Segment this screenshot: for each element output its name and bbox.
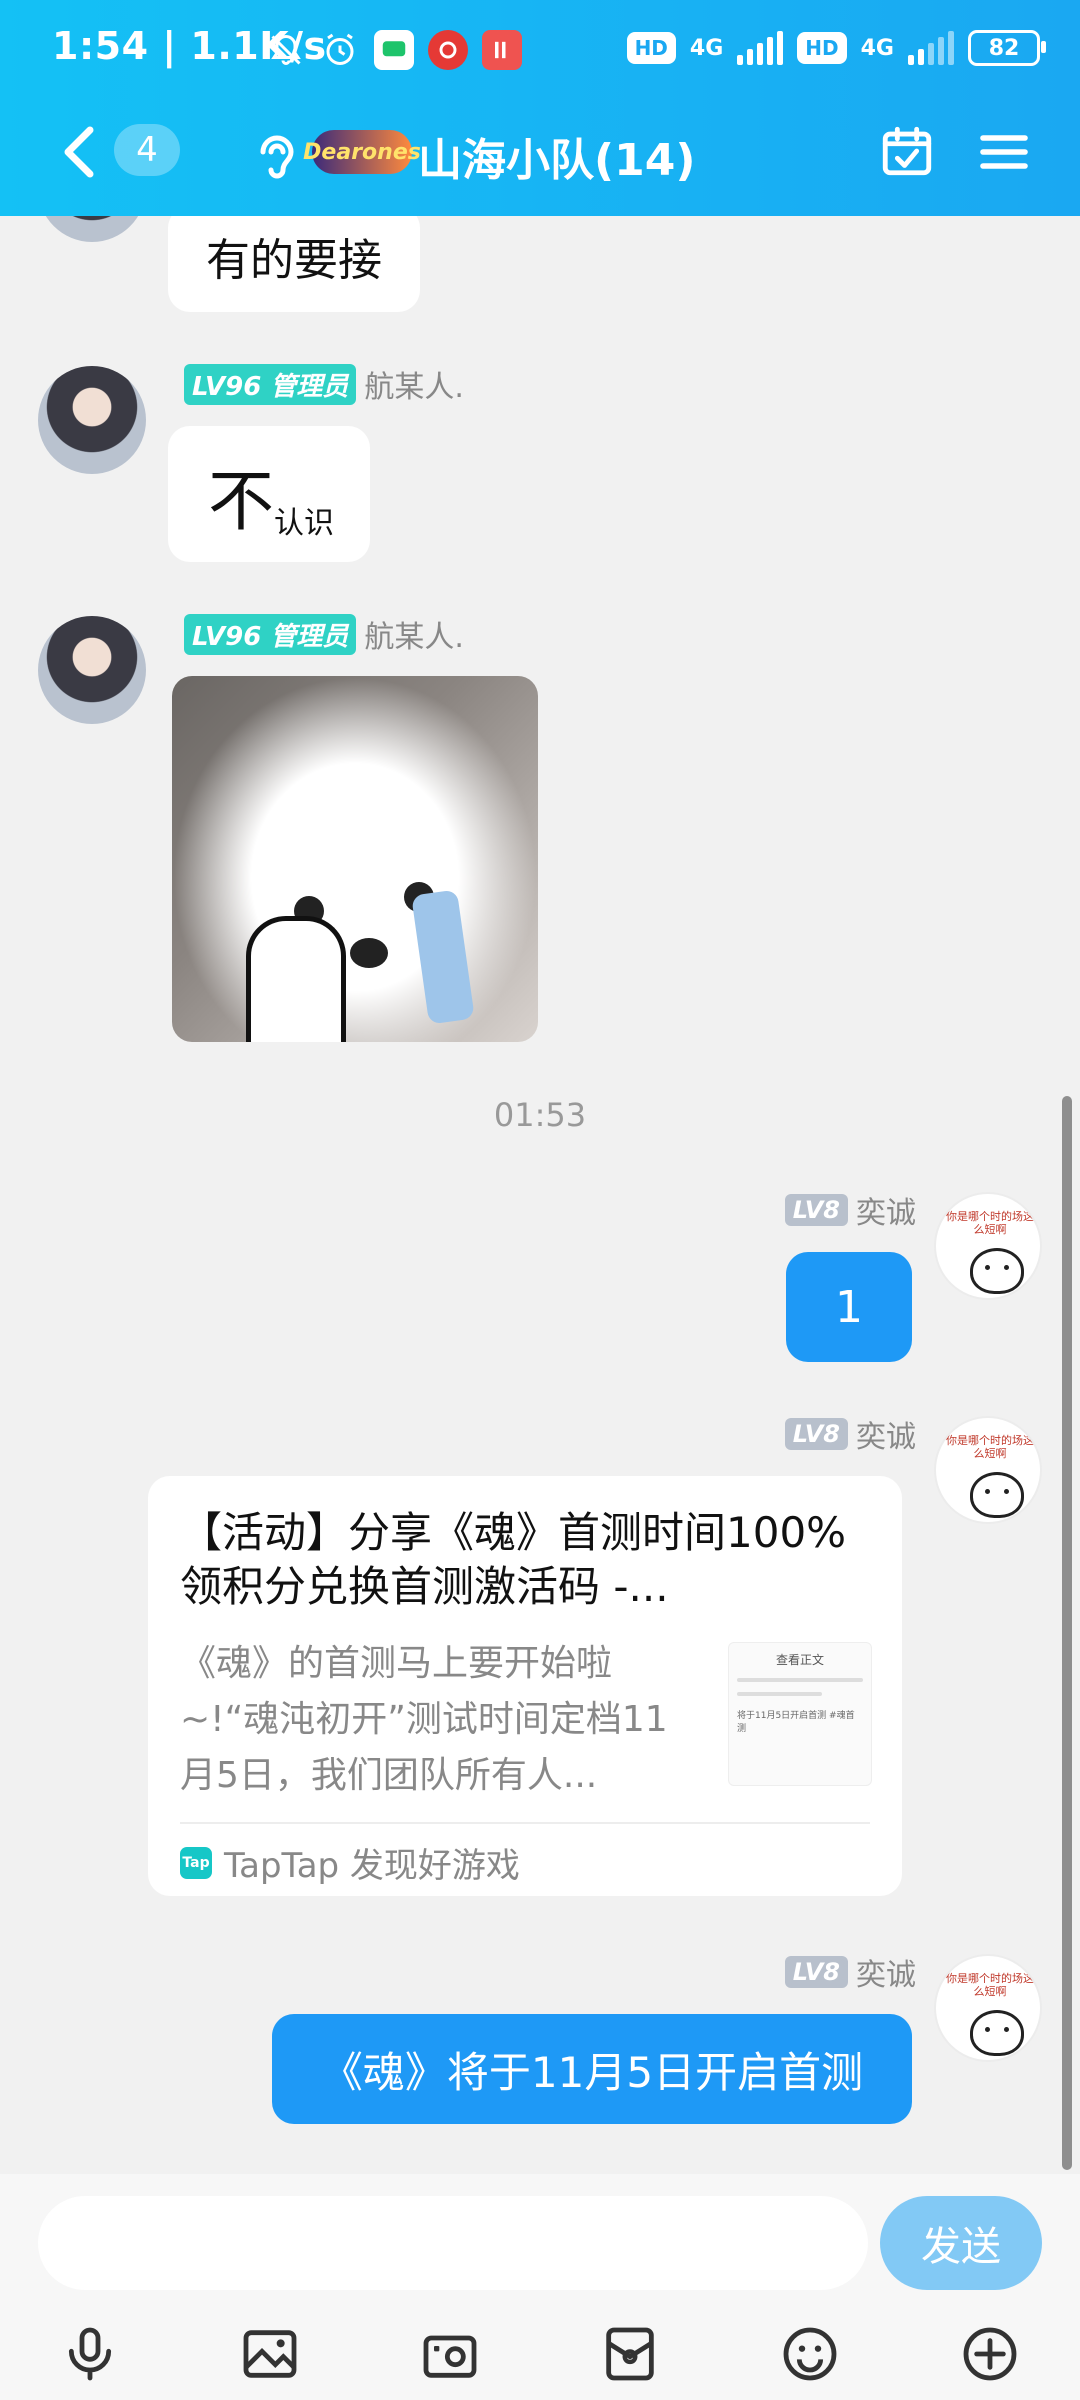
calendar-check-icon[interactable]	[878, 122, 936, 180]
card-divider	[180, 1822, 870, 1824]
chat-message-list[interactable]: 有的要接 LV96 管理员 航某人. 不 认识 LV96 管理员 航某人. 01…	[0, 216, 1080, 2174]
admin-level-badge: LV96 管理员	[184, 613, 357, 655]
sticker-tear	[411, 889, 475, 1025]
message-text: 有的要接	[206, 235, 382, 286]
sender-name: 奕诚	[856, 1958, 916, 1993]
unread-count-badge[interactable]: 4	[114, 124, 180, 176]
taptap-logo-icon: Tap	[180, 1846, 212, 1879]
level-badge: LV8	[784, 1418, 848, 1450]
menu-icon[interactable]	[976, 124, 1032, 180]
avatar[interactable]	[38, 616, 146, 724]
alarm-icon	[320, 30, 360, 70]
microphone-icon[interactable]	[58, 2322, 122, 2386]
admin-level-badge: LV96 管理员	[184, 363, 357, 405]
sticker-paw	[246, 916, 346, 1042]
bear-icon	[970, 2010, 1024, 2056]
avatar[interactable]	[38, 366, 146, 474]
input-area: 发送	[0, 2174, 1080, 2400]
avatar-caption: 你是哪个时的场这么短啊	[946, 1210, 1034, 1236]
avatar-caption: 你是哪个时的场这么短啊	[946, 1434, 1034, 1460]
card-thumbnail: 查看正文 将于11月5日开启首测 #魂首测	[728, 1642, 872, 1786]
hd-badge: HD	[797, 32, 847, 64]
message-input[interactable]	[38, 2196, 868, 2290]
listen-app-icon	[482, 30, 522, 70]
status-bar: 1:54 | 1.1K/s HD 4G HD 4G 82	[0, 0, 1080, 100]
ear-icon[interactable]	[250, 128, 300, 184]
avatar[interactable]: 你是哪个时的场这么短啊	[934, 1416, 1042, 1524]
chat-title[interactable]: 山海小队(14)	[418, 124, 695, 188]
avatar[interactable]	[38, 216, 146, 242]
signal-icon	[737, 31, 784, 65]
status-icons	[266, 30, 522, 70]
netease-music-icon	[428, 30, 468, 70]
status-right: HD 4G HD 4G 82	[626, 30, 1046, 66]
chat-scrollbar[interactable]	[1062, 1096, 1072, 2170]
thumbnail-line	[737, 1692, 823, 1696]
timestamp-divider: 01:53	[493, 1096, 587, 1134]
network-type: 4G	[689, 35, 724, 61]
sender-meta: LV96 管理员 航某人.	[184, 612, 464, 656]
card-source-text: TapTap 发现好游戏	[224, 1846, 520, 1886]
bear-icon	[970, 1248, 1024, 1294]
sender-meta: LV8 奕诚	[784, 1412, 916, 1456]
bear-icon	[970, 1472, 1024, 1518]
avatar-caption: 你是哪个时的场这么短啊	[946, 1972, 1034, 1998]
message-bubble-self[interactable]: 1	[786, 1252, 912, 1362]
send-button[interactable]: 发送	[880, 2196, 1042, 2290]
image-icon[interactable]	[238, 2322, 302, 2386]
app-header: 1:54 | 1.1K/s HD 4G HD 4G 82 4 Dearones …	[0, 0, 1080, 216]
sender-meta: LV96 管理员 航某人.	[184, 362, 464, 406]
bell-off-icon	[266, 30, 306, 70]
group-badge-logo: Dearones	[303, 130, 421, 174]
sender-name: 航某人.	[364, 620, 464, 655]
sender-name: 奕诚	[856, 1420, 916, 1455]
message-bubble[interactable]: 不 认识	[168, 426, 370, 562]
sender-name: 奕诚	[856, 1196, 916, 1231]
thumbnail-title: 查看正文	[775, 1653, 824, 1667]
plus-icon[interactable]	[958, 2322, 1022, 2386]
card-title: 【活动】分享《魂》首测时间100%领积分兑换首测激活码 -...	[180, 1508, 847, 1611]
back-button[interactable]	[50, 124, 106, 180]
input-toolbar	[0, 2304, 1080, 2400]
thumbnail-text: 将于11月5日开启首测 #魂首测	[737, 1711, 855, 1734]
share-link-card[interactable]: 【活动】分享《魂》首测时间100%领积分兑换首测激活码 -... 《魂》的首测马…	[148, 1476, 902, 1896]
level-badge: LV8	[784, 1956, 848, 1988]
battery-icon: 82	[968, 30, 1046, 66]
card-source: Tap TapTap 发现好游戏	[180, 1838, 520, 1887]
emoji-icon[interactable]	[778, 2322, 842, 2386]
message-large-char: 不	[208, 463, 274, 540]
hd-badge: HD	[626, 32, 676, 64]
message-bubble[interactable]: 有的要接	[168, 216, 420, 312]
nav-bar: 4 Dearones 山海小队(14)	[0, 100, 1080, 216]
avatar[interactable]: 你是哪个时的场这么短啊	[934, 1954, 1042, 2062]
red-packet-icon[interactable]	[598, 2322, 662, 2386]
camera-icon[interactable]	[418, 2322, 482, 2386]
message-small-text: 认识	[274, 506, 334, 541]
level-badge: LV8	[784, 1194, 848, 1226]
network-type: 4G	[860, 35, 894, 61]
sticker-nose	[350, 938, 388, 968]
thumbnail-line	[737, 1678, 863, 1682]
sticker-image[interactable]	[172, 676, 538, 1042]
signal-icon	[908, 31, 954, 65]
message-text: 1	[835, 1281, 863, 1333]
message-app-icon	[374, 30, 414, 70]
card-description: 《魂》的首测马上要开始啦~!“魂沌初开”测试时间定档11月5日，我们团队所有人.…	[180, 1643, 668, 1796]
message-text: 《魂》将于11月5日开启首测	[320, 2047, 864, 2097]
sender-meta: LV8 奕诚	[784, 1950, 916, 1994]
message-bubble-self[interactable]: 《魂》将于11月5日开启首测	[272, 2014, 912, 2124]
sender-name: 航某人.	[364, 370, 464, 405]
avatar[interactable]: 你是哪个时的场这么短啊	[934, 1192, 1042, 1300]
sender-meta: LV8 奕诚	[784, 1188, 916, 1232]
